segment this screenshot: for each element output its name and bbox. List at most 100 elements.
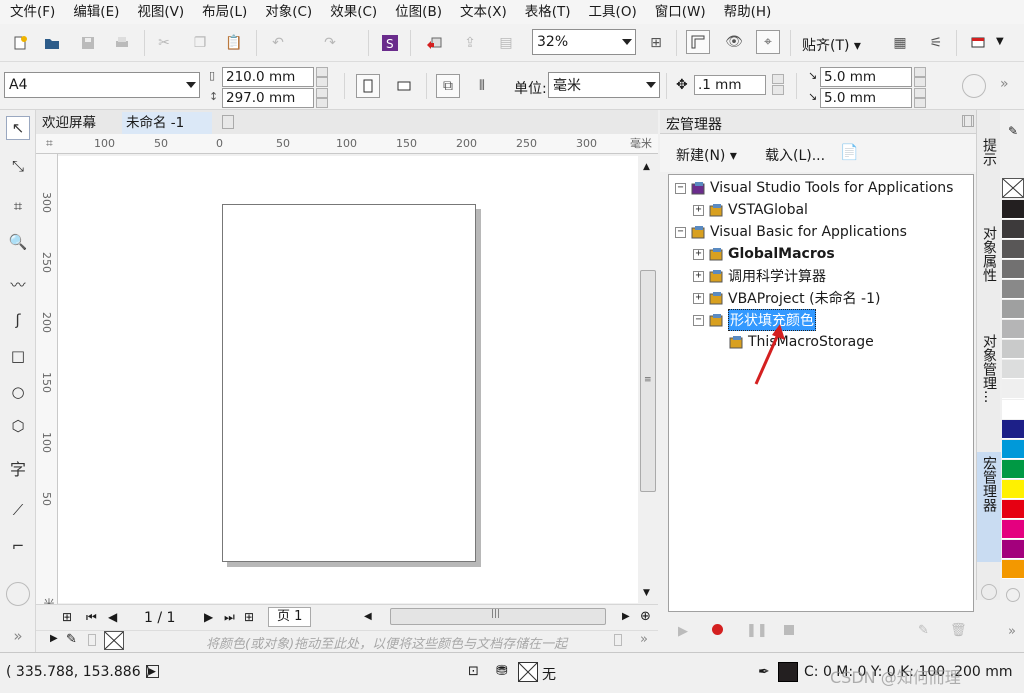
toolbox-expand-icon[interactable]: » [6,624,30,648]
tree-node[interactable]: + VSTAGlobal [693,199,808,221]
publish-pdf-icon[interactable]: ▤ [494,31,518,55]
connector-tool-icon[interactable]: ⌐ [6,534,30,558]
menu-item-5[interactable]: 效果(C) [324,0,383,24]
first-page-icon[interactable]: ⏮ [86,610,97,625]
palette-swatch[interactable] [1002,360,1024,379]
palette-eyedropper-icon[interactable]: ✎ [1008,124,1018,138]
scroll-up-icon[interactable]: ▲ [643,162,650,172]
palette-swatch[interactable] [1002,240,1024,259]
palette-swatch[interactable] [1002,460,1024,479]
new-document-icon[interactable] [8,31,32,55]
tree-node[interactable]: + GlobalMacros [693,243,835,265]
palette-swatch[interactable] [1002,300,1024,319]
export-icon[interactable]: ⇪ [458,31,482,55]
launcher-dropdown-icon[interactable]: ▼ [996,36,1004,47]
side-tab-macro-manager[interactable]: 宏管理器 [977,452,1001,562]
freehand-tool-icon[interactable]: 〰 [6,272,30,296]
width-down-button[interactable] [316,77,328,87]
menu-item-1[interactable]: 编辑(E) [67,0,125,24]
palette-swatch[interactable] [1002,440,1024,459]
zoom-navigator-icon[interactable]: ⊕ [640,609,651,624]
cut-icon[interactable]: ✂ [152,31,176,55]
expand-icon[interactable]: + [693,270,704,282]
unit-combo[interactable]: 毫米 [548,72,660,98]
menu-item-3[interactable]: 布局(L) [196,0,253,24]
dimension-tool-icon[interactable]: ⟋ [6,498,30,522]
edit-macro-icon[interactable]: ✎ [918,623,929,638]
tab-welcome[interactable]: 欢迎屏幕 [38,112,100,134]
save-icon[interactable] [76,31,100,55]
macro-tree[interactable]: − Visual Studio Tools for Applications + VS… [668,174,974,612]
add-page-before-icon[interactable]: ⊞ [62,610,72,624]
page-tab[interactable]: 页 1 [268,607,312,627]
scroll-left-icon[interactable]: ◀ [364,611,372,622]
next-page-icon[interactable]: ▶ [204,610,213,624]
no-color-swatch[interactable] [104,631,124,650]
collapse-icon[interactable]: − [693,314,704,326]
palette-swatch[interactable] [1002,400,1024,419]
application-launcher-icon[interactable] [966,31,990,55]
dup-y-up-button[interactable] [914,88,926,98]
expand-icon[interactable]: + [693,292,704,304]
menu-item-0[interactable]: 文件(F) [4,0,61,24]
palette-swatch[interactable] [1002,500,1024,519]
duplicate-y-input[interactable]: 5.0 mm [820,88,912,108]
record-macro-icon[interactable] [712,624,723,635]
palette-swatch[interactable] [1002,520,1024,539]
paste-icon[interactable]: 📋 [222,31,246,55]
height-up-button[interactable] [316,88,328,98]
ellipse-tool-icon[interactable]: ○ [6,380,30,404]
delete-macro-icon[interactable]: 🗑 [950,623,967,638]
menu-item-6[interactable]: 位图(B) [389,0,448,24]
rectangle-tool-icon[interactable]: □ [6,344,30,368]
tree-node[interactable]: − Visual Studio Tools for Applications [675,177,953,199]
page-size-combo[interactable]: A4 [4,72,200,98]
horizontal-scroll-thumb[interactable]: ||| [390,608,606,625]
print-icon[interactable] [110,31,134,55]
dup-x-up-button[interactable] [914,67,926,77]
palette-swatch[interactable] [1002,200,1024,219]
tree-node[interactable]: − Visual Basic for Applications [675,221,907,243]
prev-page-icon[interactable]: ◀ [108,610,117,624]
status-arrow-icon[interactable]: ▶ [146,665,159,678]
macro-editor-icon[interactable]: 📄 [840,143,859,161]
side-tab-object-manager[interactable]: 对象管理... [977,330,1001,440]
show-rulers-icon[interactable] [686,30,710,54]
height-down-button[interactable] [316,98,328,108]
menu-item-8[interactable]: 表格(T) [519,0,577,24]
tree-node[interactable]: + 调用科学计算器 [693,265,826,287]
width-up-button[interactable] [316,67,328,77]
doc-palette-expand-icon[interactable]: » [640,632,648,647]
palette-swatch[interactable] [1002,540,1024,559]
artistic-media-icon[interactable]: ʃ [6,308,30,332]
palette-swatch[interactable] [1002,320,1024,339]
palette-swatch[interactable] [1002,340,1024,359]
docker-float-icon[interactable] [962,115,972,127]
stop-macro-icon[interactable] [784,625,794,635]
nudge-down-button[interactable] [772,85,784,95]
vertical-scroll-thumb[interactable]: ≡ [640,270,656,492]
menu-item-7[interactable]: 文本(X) [454,0,513,24]
zoom-fit-icon[interactable]: ⊞ [644,31,668,55]
palette-no-fill-swatch[interactable] [1002,178,1024,198]
options-circle-icon[interactable] [962,74,986,98]
expand-icon[interactable]: + [693,248,704,260]
tab-untitled[interactable]: 未命名 -1 [122,112,212,134]
snap-to-button[interactable]: 贴齐(T) ▾ [802,35,861,55]
tree-node[interactable]: + VBAProject (未命名 -1) [693,287,880,309]
zoom-level-combo[interactable]: 32% [532,29,636,55]
palette-expand-icon[interactable]: » [1008,624,1016,639]
import-icon[interactable] [422,31,446,55]
snap-grid-icon[interactable]: ⌖ [756,30,780,54]
side-tab-object-properties[interactable]: 对象属性 [977,222,1001,322]
expand-toolbar-icon[interactable]: » [1000,76,1009,92]
palette-swatch[interactable] [1002,280,1024,299]
eyedropper-icon[interactable]: ✎ [66,632,77,647]
palette-swatch[interactable] [1002,380,1024,399]
palette-swatch[interactable] [1002,220,1024,239]
text-tool-icon[interactable]: 字 [6,456,30,480]
document-page[interactable] [222,204,476,562]
page-width-input[interactable]: 210.0 mm [222,67,314,87]
page-height-input[interactable]: 297.0 mm [222,88,314,108]
zoom-tool-icon[interactable]: 🔍 [6,230,30,254]
